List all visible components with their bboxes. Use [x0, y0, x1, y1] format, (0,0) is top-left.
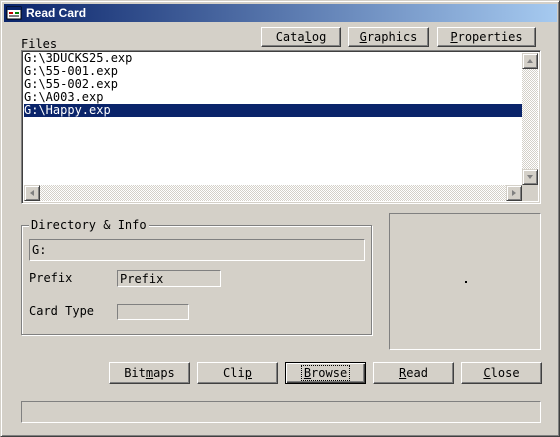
horizontal-scrollbar[interactable]	[24, 185, 522, 201]
read-button[interactable]: Read	[373, 362, 454, 384]
window-title: Read Card	[26, 6, 87, 20]
file-list[interactable]: G:\3DUCKS25.exp G:\55-001.exp G:\55-002.ex…	[21, 50, 541, 204]
scrollbar-corner	[522, 185, 538, 201]
down-arrow-icon	[527, 175, 533, 179]
close-button[interactable]: Close	[461, 362, 542, 384]
browse-button[interactable]: Browse	[285, 362, 366, 384]
scroll-up-button[interactable]	[522, 53, 538, 69]
card-type-field	[117, 304, 189, 320]
graphics-button[interactable]: Graphics	[348, 27, 429, 47]
properties-button[interactable]: Properties	[437, 27, 536, 47]
file-list-item[interactable]: G:\Happy.exp	[24, 104, 522, 117]
preview-panel	[389, 213, 541, 350]
prefix-label: Prefix	[29, 271, 73, 285]
read-card-window: Read Card Catalog Graphics Properties Fi…	[0, 0, 560, 437]
status-bar	[21, 401, 541, 423]
title-bar[interactable]: Read Card	[4, 4, 557, 22]
preview-dot	[465, 281, 467, 283]
scroll-right-button[interactable]	[506, 185, 522, 201]
prefix-field: Prefix	[117, 270, 221, 287]
files-label: Files	[21, 37, 58, 51]
left-arrow-icon	[30, 190, 34, 196]
card-type-label: Card Type	[29, 304, 95, 318]
scroll-down-button[interactable]	[522, 169, 538, 185]
right-arrow-icon	[512, 190, 516, 196]
directory-field: G:	[29, 239, 365, 261]
vertical-scrollbar[interactable]	[522, 53, 538, 185]
directory-info-label: Directory & Info	[29, 218, 149, 232]
catalog-button[interactable]: Catalog	[261, 27, 341, 47]
bitmaps-button[interactable]: Bitmaps	[109, 362, 190, 384]
up-arrow-icon	[527, 59, 533, 63]
scroll-left-button[interactable]	[24, 185, 40, 201]
app-icon	[6, 6, 22, 20]
clip-button[interactable]: Clip	[197, 362, 278, 384]
